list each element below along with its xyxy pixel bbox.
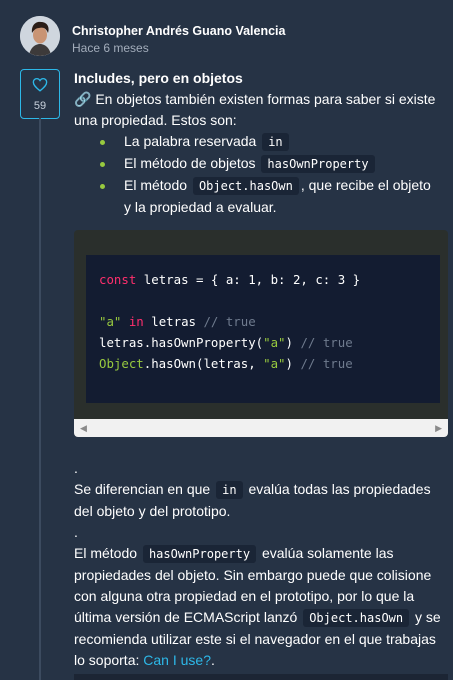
scroll-right-icon[interactable]: ▶ xyxy=(435,423,442,434)
can-i-use-link[interactable]: Can I use? xyxy=(143,652,211,668)
code-comment: // true xyxy=(203,314,256,329)
code-block[interactable]: const letras = { a: 1, b: 2, c: 3 } "a" … xyxy=(74,230,448,437)
inline-code: in xyxy=(262,133,289,151)
comment-title: Includes, pero en objetos xyxy=(74,70,243,86)
method-list: La palabra reservada in El método de obj… xyxy=(98,131,440,218)
next-code-block-edge xyxy=(74,674,448,680)
list-item: El método de objetos hasOwnProperty xyxy=(98,153,440,175)
inline-code: in xyxy=(216,481,243,499)
list-item-text: El método de objetos xyxy=(124,155,260,171)
separator-dot: . xyxy=(74,524,78,540)
code-keyword: const xyxy=(99,272,137,287)
heart-icon xyxy=(32,77,48,97)
code-comment: // true xyxy=(300,356,353,371)
list-item-text: El método xyxy=(124,177,191,193)
intro-paragraph: 🔗 En objetos también existen formas para… xyxy=(74,89,440,131)
code-string: "a" xyxy=(263,356,286,371)
paragraph-text: El método xyxy=(74,545,141,561)
paragraph-text: Se diferencian en que xyxy=(74,481,215,497)
author-name[interactable]: Christopher Andrés Guano Valencia xyxy=(72,24,285,38)
code-string: "a" xyxy=(99,314,122,329)
paragraph: Se diferencian en que in evalúa todas la… xyxy=(74,479,444,522)
code-content[interactable]: const letras = { a: 1, b: 2, c: 3 } "a" … xyxy=(86,255,440,403)
code-text: letras = { a: 1, b: 2, c: 3 } xyxy=(136,272,361,287)
scroll-left-icon[interactable]: ◀ xyxy=(80,423,87,434)
code-comment: // true xyxy=(300,335,353,350)
code-text: ) xyxy=(285,356,301,371)
list-item-text: La palabra reservada xyxy=(124,133,261,149)
list-item: La palabra reservada in xyxy=(98,131,440,153)
like-button[interactable]: 59 xyxy=(20,69,60,119)
horizontal-scrollbar[interactable]: ◀ ▶ xyxy=(74,419,448,437)
code-text: letras.hasOwnProperty( xyxy=(99,335,264,350)
comment-body: Includes, pero en objetos 🔗 En objetos t… xyxy=(74,68,440,218)
intro-text: En objetos también existen formas para s… xyxy=(74,91,436,128)
paragraph: El método hasOwnProperty evalúa solament… xyxy=(74,543,444,671)
link-emoji-icon: 🔗 xyxy=(74,91,92,107)
code-keyword: in xyxy=(121,314,144,329)
list-item: El método Object.hasOwn, que recibe el o… xyxy=(98,175,440,218)
inline-code: Object.hasOwn xyxy=(192,177,299,195)
code-text: ) xyxy=(285,335,301,350)
code-text: .hasOwn(letras, xyxy=(143,356,264,371)
explanation: . Se diferencian en que in evalúa todas … xyxy=(74,458,444,671)
avatar[interactable] xyxy=(20,16,60,56)
separator-dot: . xyxy=(74,460,78,476)
paragraph-text: . xyxy=(210,652,215,668)
inline-code: Object.hasOwn xyxy=(303,609,410,627)
thread-line xyxy=(39,118,41,680)
timestamp: Hace 6 meses xyxy=(72,41,149,55)
inline-code: hasOwnProperty xyxy=(142,545,257,563)
inline-code: hasOwnProperty xyxy=(261,155,375,173)
code-text: letras xyxy=(143,314,204,329)
code-string: "a" xyxy=(263,335,286,350)
code-class: Object xyxy=(99,356,144,371)
like-count: 59 xyxy=(33,99,47,112)
